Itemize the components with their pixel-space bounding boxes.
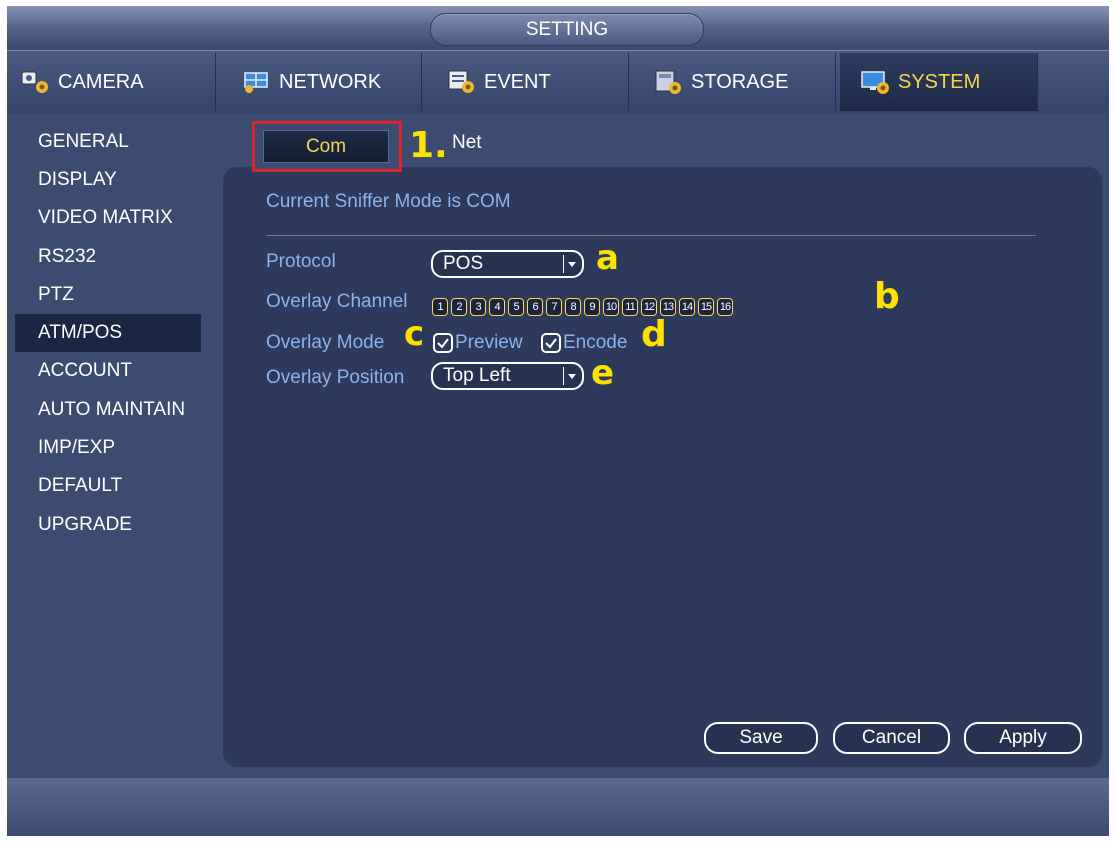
sidebar-item-default[interactable]: DEFAULT (15, 467, 201, 505)
overlay-position-value: Top Left (443, 365, 511, 386)
channel-checkbox-3[interactable]: 3 (470, 298, 486, 316)
channel-checkbox-16[interactable]: 16 (717, 298, 733, 316)
channel-checkbox-9[interactable]: 9 (584, 298, 600, 316)
title-bar: SETTING (7, 6, 1109, 46)
tab-event[interactable]: EVENT (434, 53, 629, 111)
channel-checkbox-6[interactable]: 6 (527, 298, 543, 316)
channel-checkbox-14[interactable]: 14 (679, 298, 695, 316)
main-tab-bar: CAMERA NETWORK EVENT STORAGE SYSTEM (7, 50, 1109, 113)
chevron-down-icon (563, 367, 579, 385)
annotation-d: d (641, 314, 667, 355)
divider (266, 235, 1036, 236)
sidebar-item-upgrade[interactable]: UPGRADE (15, 506, 201, 544)
annotation-e: e (591, 353, 615, 393)
sidebar-menu: GENERAL DISPLAY VIDEO MATRIX RS232 PTZ A… (7, 113, 219, 776)
tab-label: STORAGE (691, 71, 789, 93)
settings-window: SETTING CAMERA NETWORK EVENT STORAGE SYS… (7, 6, 1109, 836)
sidebar-item-account[interactable]: ACCOUNT (15, 352, 201, 390)
cancel-button[interactable]: Cancel (833, 722, 950, 754)
protocol-select[interactable]: POS (431, 250, 584, 278)
tab-storage[interactable]: STORAGE (641, 53, 836, 111)
tab-label: NETWORK (279, 71, 382, 93)
channel-checkbox-2[interactable]: 2 (451, 298, 467, 316)
channel-checkbox-7[interactable]: 7 (546, 298, 562, 316)
channel-checkbox-4[interactable]: 4 (489, 298, 505, 316)
apply-button[interactable]: Apply (964, 722, 1082, 754)
storage-gear-icon (653, 69, 685, 95)
overlay-channel-label: Overlay Channel (266, 291, 408, 312)
channel-checkbox-15[interactable]: 15 (698, 298, 714, 316)
tab-label: CAMERA (58, 71, 144, 93)
preview-checkbox[interactable] (433, 333, 453, 353)
protocol-label: Protocol (266, 251, 336, 272)
tab-network[interactable]: NETWORK (227, 53, 422, 111)
annotation-a: a (596, 238, 619, 278)
annotation-c: c (404, 314, 425, 354)
channel-checkbox-8[interactable]: 8 (565, 298, 581, 316)
chevron-down-icon (563, 255, 579, 273)
system-gear-icon (860, 69, 892, 95)
overlay-mode-label: Overlay Mode (266, 332, 385, 353)
overlay-position-label: Overlay Position (266, 367, 405, 388)
sidebar-item-ptz[interactable]: PTZ (15, 276, 201, 314)
tab-system[interactable]: SYSTEM (840, 53, 1038, 111)
window-title: SETTING (430, 13, 704, 46)
annotation-step: 1. (409, 125, 448, 166)
save-button[interactable]: Save (704, 722, 818, 754)
sidebar-item-general[interactable]: GENERAL (15, 123, 201, 161)
protocol-value: POS (443, 253, 484, 274)
com-tab-highlight: Com (252, 121, 402, 172)
channel-checkbox-5[interactable]: 5 (508, 298, 524, 316)
preview-label: Preview (455, 332, 523, 353)
checkmark-icon (437, 338, 449, 349)
sidebar-item-rs232[interactable]: RS232 (15, 238, 201, 276)
tab-label: SYSTEM (898, 71, 981, 93)
sniffer-mode-text: Current Sniffer Mode is COM (266, 191, 511, 212)
channel-checkbox-11[interactable]: 11 (622, 298, 638, 316)
sidebar-item-auto-maintain[interactable]: AUTO MAINTAIN (15, 391, 201, 429)
network-gear-icon (241, 69, 273, 95)
tab-com[interactable]: Com (263, 130, 389, 163)
atm-pos-panel: Current Sniffer Mode is COM Protocol POS… (223, 167, 1102, 767)
encode-label: Encode (563, 332, 628, 353)
tab-camera[interactable]: CAMERA (20, 53, 216, 111)
sidebar-item-display[interactable]: DISPLAY (15, 161, 201, 199)
tab-net[interactable]: Net (452, 132, 482, 154)
bottom-bar (7, 778, 1109, 836)
sidebar-item-video-matrix[interactable]: VIDEO MATRIX (15, 199, 201, 237)
annotation-b: b (874, 276, 900, 317)
tab-label: EVENT (484, 71, 551, 93)
event-gear-icon (446, 69, 478, 95)
channel-checkbox-1[interactable]: 1 (432, 298, 448, 316)
channel-checkbox-10[interactable]: 10 (603, 298, 619, 316)
overlay-position-select[interactable]: Top Left (431, 362, 584, 390)
sidebar-item-atm-pos[interactable]: ATM/POS (15, 314, 201, 352)
checkmark-icon (545, 338, 557, 349)
sidebar-item-imp-exp[interactable]: IMP/EXP (15, 429, 201, 467)
encode-checkbox[interactable] (541, 333, 561, 353)
camera-gear-icon (20, 69, 52, 95)
